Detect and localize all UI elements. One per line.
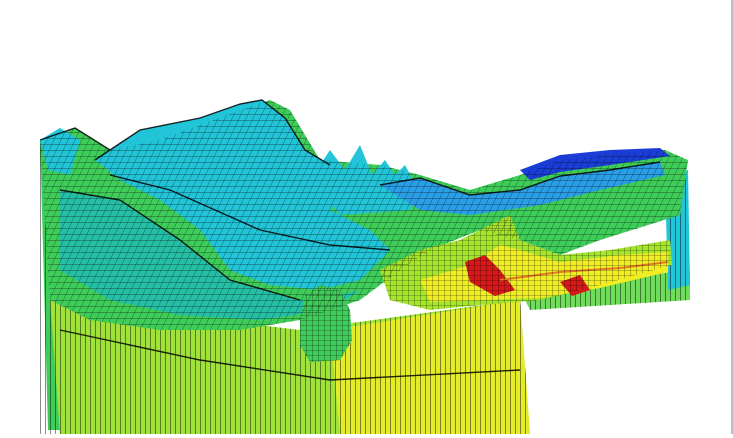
geological-mesh-render [39, 99, 690, 434]
model-viewport[interactable] [0, 0, 733, 434]
